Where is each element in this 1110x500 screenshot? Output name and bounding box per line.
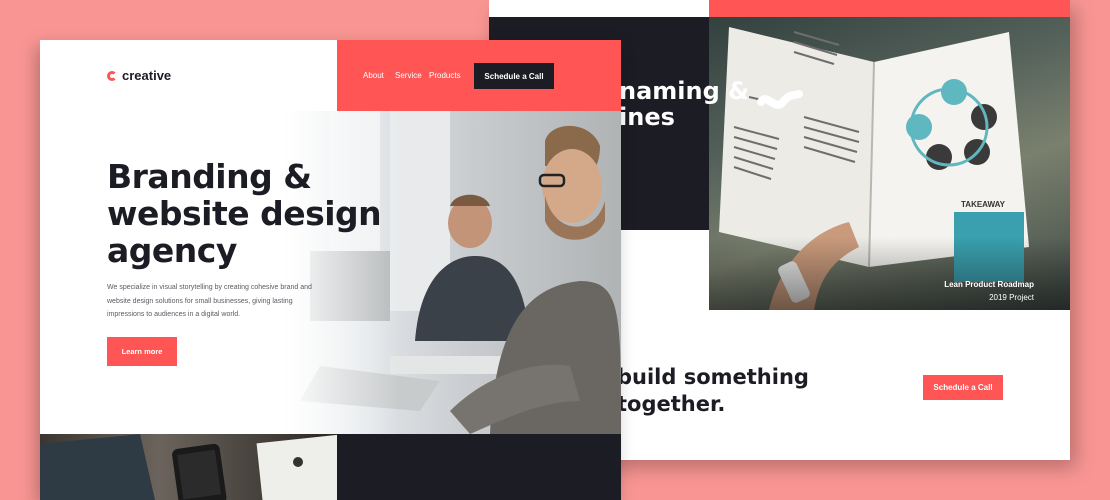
nav-link-products[interactable]: Products	[429, 71, 461, 80]
desk-photo	[40, 434, 337, 500]
project-title: Lean Product Roadmap	[944, 280, 1034, 289]
top-navbar: About Service Products Schedule a Call	[337, 40, 621, 111]
takeaway-label: TAKEAWAY	[961, 200, 1006, 209]
top-accent-strip	[709, 0, 1070, 17]
hero-title-line-3: agency	[107, 231, 237, 270]
hero-title-line-1: Branding &	[107, 157, 312, 196]
open-book-illustration: TAKEAWAY	[709, 27, 1070, 310]
logo-text: creative	[122, 68, 172, 83]
section-heading: naming & ines	[619, 78, 749, 130]
nav-link-about[interactable]: About	[363, 71, 384, 80]
brand-logo[interactable]: creative	[107, 68, 171, 83]
project-photo[interactable]: TAKEAWAY Lean Product Roadmap 2019 Proje…	[709, 17, 1070, 310]
project-year: 2019 Project	[989, 293, 1034, 302]
hero-description-line-2: website design solutions for small busin…	[107, 297, 293, 305]
hero-description-line-1: We specialize in visual storytelling by …	[107, 284, 312, 291]
hero-title: Branding & website design agency	[107, 157, 382, 270]
schedule-call-button-footer[interactable]: Schedule a Call	[923, 375, 1003, 400]
logo-c-icon	[107, 70, 117, 81]
schedule-call-button[interactable]: Schedule a Call	[474, 63, 554, 89]
desk-items-illustration	[40, 434, 337, 500]
section-heading-line-1: naming &	[619, 77, 750, 105]
section-heading-line-2: ines	[619, 103, 675, 131]
homepage-preview: About Service Products Schedule a Call c…	[40, 40, 621, 500]
cta-heading-line-1: build something	[617, 365, 809, 389]
cta-heading: build something together.	[617, 364, 809, 418]
squiggle-decoration-icon	[757, 90, 803, 109]
dark-footer-block	[337, 434, 621, 500]
hero-description-line-3: impressions to audiences in a digital wo…	[107, 311, 241, 318]
nav-link-service[interactable]: Service	[395, 71, 422, 80]
learn-more-button[interactable]: Learn more	[107, 337, 177, 366]
hero-description: We specialize in visual storytelling by …	[107, 281, 327, 322]
cta-heading-line-2: together.	[617, 392, 726, 416]
hero-title-line-2: website design	[107, 194, 382, 233]
